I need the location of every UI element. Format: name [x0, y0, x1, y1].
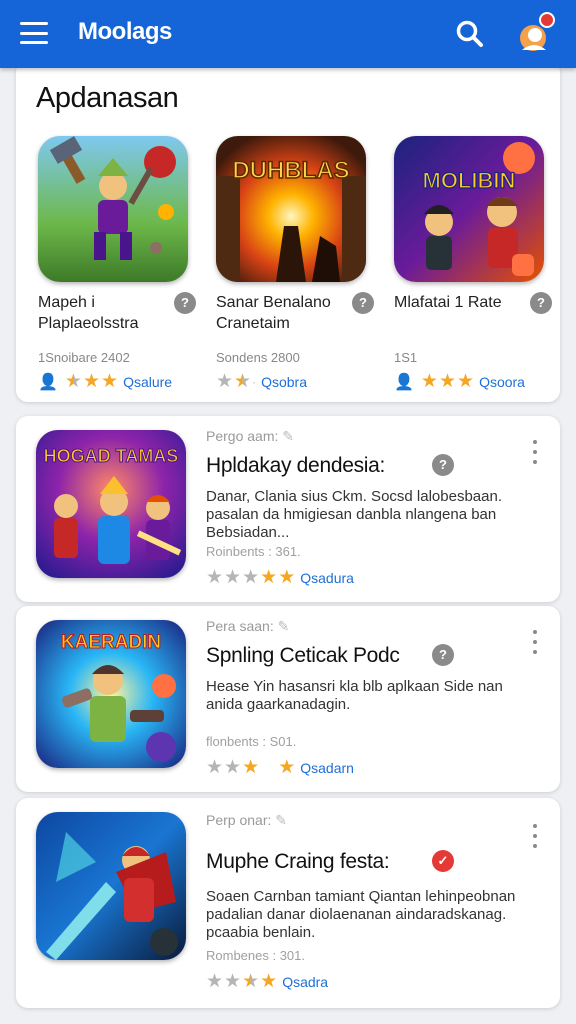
rating-label[interactable]: Qsobra — [261, 374, 307, 390]
app-meta: Sondens 2800 — [216, 350, 300, 365]
rating-label[interactable]: Qsadra — [282, 974, 328, 990]
more-options-icon[interactable] — [528, 440, 542, 464]
info-icon[interactable]: ? — [432, 454, 454, 476]
star-icon: ★ — [242, 567, 260, 588]
app-meta: 1S1 — [394, 350, 418, 365]
app-title: Moolags — [78, 18, 172, 45]
star-icon: ★ — [457, 371, 475, 392]
rating: ★ ★ · Qsobra — [216, 372, 307, 392]
rating: ★ ★ ★ ★ ★ Qsadarn — [206, 758, 354, 778]
app-bar: Moolags — [0, 0, 576, 68]
hero-hammer-game-icon — [38, 136, 188, 282]
star-icon: ★ — [260, 567, 278, 588]
app-meta: flonbents : S01. — [206, 734, 297, 749]
app-title: Spnling Ceticak Podc — [206, 644, 400, 667]
app-list-item-3[interactable]: Perp onar: ✎ Muphe Craing festa: ✓ Soaen… — [16, 798, 560, 1008]
app-subtitle: Pergo aam: ✎ — [206, 428, 294, 444]
app-meta: Roinbents : 361. — [206, 544, 301, 559]
star-icon: ★ — [101, 371, 119, 392]
heroes-team-game-icon: HOGAD TAMAS — [36, 430, 186, 578]
featured-section: Apdanasan Mapeh i Plaplaeolsstra ? 1Snoi — [16, 60, 560, 402]
star-icon: ★ — [206, 757, 224, 778]
rating-label[interactable]: Qsoora — [479, 374, 525, 390]
notification-badge — [539, 12, 555, 28]
app-title: Hpldakay dendesia: — [206, 454, 386, 477]
info-icon[interactable]: ? — [432, 644, 454, 666]
rating-label[interactable]: Qsadura — [300, 570, 354, 586]
app-title: Mapeh i Plaplaeolsstra — [38, 294, 139, 332]
star-icon: ★ — [278, 757, 296, 778]
star-icon: · — [252, 375, 257, 389]
rating: 👤 ★ ★ ★ Qsoora — [394, 372, 525, 392]
blade-warrior-game-icon — [36, 812, 186, 960]
thumb-text: KAERADIN — [61, 632, 161, 653]
app-description: Soaen Carnban tamiant Qiantan lehinpeobn… — [206, 888, 516, 941]
section-title: Apdanasan — [36, 82, 179, 114]
app-meta: Rombenes : 301. — [206, 948, 306, 963]
rating-label[interactable]: Qsadarn — [300, 760, 354, 776]
thumb-text: HOGAD TAMAS — [44, 446, 179, 466]
star-icon: ★ — [234, 371, 252, 392]
star-icon: ★ — [260, 971, 278, 992]
rating: ★ ★ ★ ★ ★ Qsadura — [206, 568, 354, 588]
thumb-text: MOLIBIN — [423, 168, 516, 193]
star-icon: ★ — [216, 371, 234, 392]
thumb-text: DUHBLAS — [232, 157, 349, 184]
hamburger-menu-icon[interactable] — [20, 22, 48, 44]
warrior-game-icon: KAERADIN — [36, 620, 186, 768]
star-icon: ★ — [242, 971, 260, 992]
info-icon[interactable]: ? — [530, 292, 552, 314]
star-icon: ★ — [64, 371, 82, 392]
star-icon: ★ — [278, 567, 296, 588]
user-icon: 👤 — [38, 374, 58, 391]
app-list-item-1[interactable]: HOGAD TAMAS Pergo aam: ✎ Hpldakay dendes… — [16, 416, 560, 602]
star-icon: ★ — [224, 567, 242, 588]
app-list-item-2[interactable]: KAERADIN Pera saan: ✎ Spnling Ceticak Po… — [16, 606, 560, 792]
star-icon: ★ — [438, 371, 457, 392]
info-icon[interactable]: ✓ — [432, 850, 454, 872]
star-icon: ★ — [206, 567, 224, 588]
featured-app-1[interactable]: Mapeh i Plaplaeolsstra ? 1Snoibare 2402 … — [34, 136, 204, 396]
profile-avatar-icon[interactable] — [514, 12, 558, 56]
featured-app-2[interactable]: DUHBLAS Sanar Benalano Cranetaim ? Sonde… — [212, 136, 382, 396]
star-icon: ★ — [224, 971, 242, 992]
featured-app-3[interactable]: MOLIBIN Mlafatai 1 Rate ? 1S1 👤 ★ ★ ★ Qs… — [390, 136, 560, 396]
app-description: Hease Yin hasansri kla blb aplkaan Side … — [206, 678, 503, 713]
rating-label[interactable]: Qsalure — [123, 374, 172, 390]
anime-heroes-game-icon: MOLIBIN — [394, 136, 544, 282]
info-icon[interactable]: ? — [174, 292, 196, 314]
app-subtitle: Perp onar: ✎ — [206, 812, 287, 828]
star-icon: ★ — [242, 757, 260, 778]
star-icon: ★ — [420, 371, 438, 392]
app-meta: 1Snoibare 2402 — [38, 350, 130, 365]
search-icon[interactable] — [454, 18, 486, 50]
more-options-icon[interactable] — [528, 824, 542, 848]
app-description: Danar, Clania sius Ckm. Socsd lalobesbaa… — [206, 488, 502, 541]
explosion-game-icon: DUHBLAS — [216, 136, 366, 282]
info-icon[interactable]: ? — [352, 292, 374, 314]
star-icon: ★ — [206, 971, 224, 992]
more-options-icon[interactable] — [528, 630, 542, 654]
app-subtitle: Pera saan: ✎ — [206, 618, 290, 634]
app-title: Sanar Benalano Cranetaim — [216, 294, 331, 332]
app-title: Mlafatai 1 Rate — [394, 294, 502, 311]
app-title: Muphe Craing festa: — [206, 850, 390, 873]
star-icon: ★ — [82, 371, 101, 392]
user-icon: 👤 — [394, 374, 414, 391]
star-icon: ★ — [224, 757, 242, 778]
rating: 👤 ★ ★ ★ Qsalure — [38, 372, 172, 392]
rating: ★ ★ ★ ★ Qsadra — [206, 972, 328, 992]
